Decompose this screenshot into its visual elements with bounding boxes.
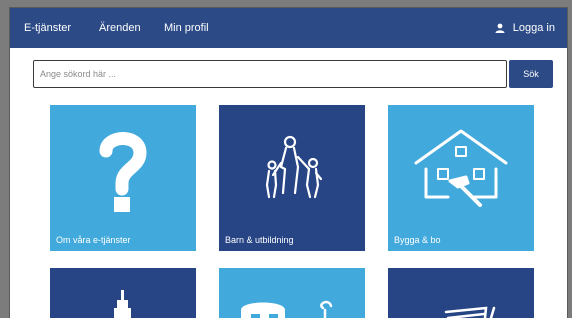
tile-label: Bygga & bo [394, 235, 441, 245]
login-link[interactable]: Logga in [495, 8, 555, 48]
search-bar: Sök [33, 60, 553, 88]
nav-arenden[interactable]: Ärenden [99, 8, 141, 48]
tile-document[interactable] [388, 268, 534, 318]
tile-label: Barn & utbildning [225, 235, 294, 245]
browser-viewport: E-tjänster Ärenden Min profil Logga in S… [10, 8, 567, 318]
tile-barn-utbildning[interactable]: Barn & utbildning [219, 105, 365, 251]
tile-people[interactable] [219, 268, 365, 318]
tile-bygga-bo[interactable]: Bygga & bo [388, 105, 534, 251]
search-input[interactable] [33, 60, 507, 88]
user-icon [495, 23, 505, 33]
tile-om-vara-e-tjanster[interactable]: Om våra e-tjänster [50, 105, 196, 251]
tile-label: Om våra e-tjänster [56, 235, 131, 245]
top-navigation-bar: E-tjänster Ärenden Min profil Logga in [10, 8, 567, 48]
login-label: Logga in [512, 22, 555, 34]
tile-building[interactable] [50, 268, 196, 318]
search-button[interactable]: Sök [509, 60, 553, 88]
nav-min-profil[interactable]: Min profil [164, 8, 209, 48]
nav-e-tjanster[interactable]: E-tjänster [24, 8, 71, 48]
